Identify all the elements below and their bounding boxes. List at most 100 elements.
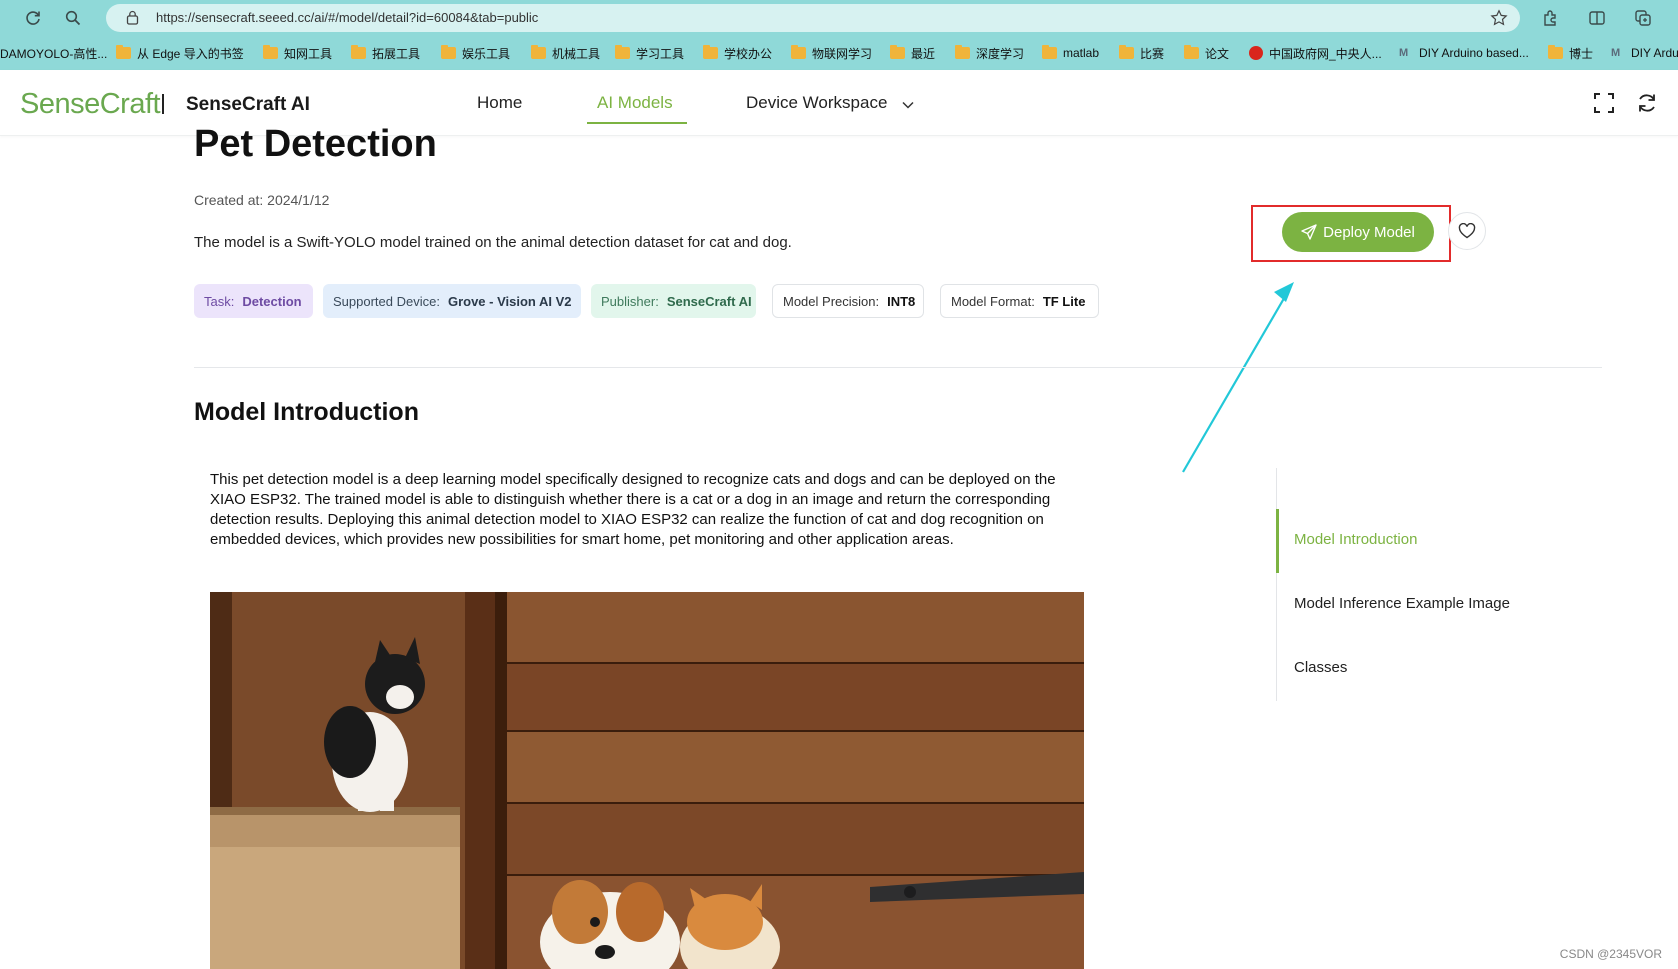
bookmark-label: 深度学习 [976,46,1025,61]
browser-toolbar: https://sensecraft.seeed.cc/ai/#/model/d… [0,0,1678,70]
url-text[interactable]: https://sensecraft.seeed.cc/ai/#/model/d… [156,10,538,25]
star-icon[interactable] [1490,9,1508,32]
extensions-icon[interactable] [1538,6,1562,30]
bookmark-zhiwang[interactable]: 知网工具 [263,44,332,62]
bookmark-label: 比赛 [1140,46,1165,61]
page-title: Pet Detection [194,123,437,165]
chevron-down-icon [902,94,914,114]
toc-active-indicator [1276,509,1279,573]
folder-icon [615,45,630,59]
bookmark-label: 从 Edge 导入的书签 [137,46,244,61]
folder-icon [791,45,806,59]
section-divider [194,367,1602,368]
fullscreen-icon[interactable] [1591,90,1617,116]
bookmark-label: 博士 [1569,46,1594,61]
tag-key: Model Format: [951,293,1035,309]
bookmark-label: 知网工具 [284,46,333,61]
gov-emblem-icon [1249,46,1263,60]
nav-active-underline [587,122,687,124]
heart-icon [1458,223,1476,239]
folder-icon [703,45,718,59]
bookmark-iot[interactable]: 物联网学习 [791,44,872,62]
bookmark-extensions[interactable]: 拓展工具 [351,44,420,62]
bookmark-diy-arduino[interactable]: M DIY Arduino based... [1399,44,1529,62]
lock-icon[interactable] [126,10,139,30]
bookmark-label: 最近 [911,46,936,61]
folder-icon [1548,45,1563,59]
address-bar[interactable]: https://sensecraft.seeed.cc/ai/#/model/d… [106,4,1520,32]
reload-icon[interactable] [21,6,45,30]
bookmark-competition[interactable]: 比赛 [1119,44,1164,62]
folder-icon [441,45,456,59]
bookmark-edge-import[interactable]: 从 Edge 导入的书签 [116,44,244,62]
folder-icon [1184,45,1199,59]
send-icon [1301,224,1317,240]
bookmark-gov[interactable]: 中国政府网_中央人... [1249,44,1382,62]
bookmark-label: DAMOYOLO-高性... [0,46,108,61]
bookmark-entertainment[interactable]: 娱乐工具 [441,44,510,62]
bookmark-deep-learning[interactable]: 深度学习 [955,44,1024,62]
tag-value: Detection [242,293,302,309]
nav-ai-models[interactable]: AI Models [597,93,673,113]
bookmark-label: 拓展工具 [372,46,421,61]
bookmark-phd[interactable]: 博士 [1548,44,1593,62]
bookmark-label: 论文 [1205,46,1230,61]
brand-name: SenseCraft AI [186,94,310,115]
toc-item-model-inference-example-image[interactable]: Model Inference Example Image [1294,595,1510,612]
bookmark-damoyolo[interactable]: DAMOYOLO-高性... [0,44,107,62]
tag-model-precision: Model Precision: INT8 [772,284,924,318]
bookmark-label: matlab [1063,46,1100,60]
bookmark-papers[interactable]: 论文 [1184,44,1229,62]
tag-value: SenseCraft AI [666,293,752,309]
bookmark-label: 物联网学习 [812,46,873,61]
annotation-arrow [1182,282,1294,473]
bookmark-mechanical[interactable]: 机械工具 [531,44,600,62]
bookmark-label: 机械工具 [552,46,601,61]
model-description: The model is a Swift-YOLO model trained … [194,234,792,251]
tag-key: Supported Device: [333,293,440,309]
tag-value: Grove - Vision AI V2 [447,293,572,309]
m-logo-icon: M [1611,47,1621,59]
folder-icon [955,45,970,59]
deploy-model-button[interactable]: Deploy Model [1282,212,1434,252]
section-title-model-introduction: Model Introduction [194,398,419,426]
tag-value: TF Lite [1042,293,1086,309]
folder-icon [531,45,546,59]
toc-track [1276,468,1277,701]
folder-icon [116,45,131,59]
folder-icon [1119,45,1134,59]
bookmarks-bar: DAMOYOLO-高性... 从 Edge 导入的书签 知网工具 拓展工具 娱乐… [0,40,1678,64]
toc-item-model-introduction[interactable]: Model Introduction [1294,531,1417,548]
folder-icon [890,45,905,59]
bookmark-recent[interactable]: 最近 [890,44,935,62]
tag-key: Publisher: [601,293,659,309]
nav-home[interactable]: Home [477,93,522,113]
bookmark-label: DIY Ardu [1631,46,1678,60]
sensecraft-logo[interactable]: SenseCraft [20,88,161,121]
tag-key: Task: [204,293,235,309]
bookmark-label: 中国政府网_中央人... [1269,46,1382,61]
tag-key: Model Precision: [783,293,880,309]
bookmark-diy-ardu[interactable]: M DIY Ardu [1611,44,1678,62]
bookmark-label: DIY Arduino based... [1419,46,1529,60]
bookmark-label: 娱乐工具 [462,46,511,61]
pet-example-image [210,592,1084,969]
collections-icon[interactable] [1631,6,1655,30]
folder-icon [1042,45,1057,59]
tag-model-format: Model Format: TF Lite [940,284,1099,318]
split-screen-icon[interactable] [1585,6,1609,30]
favorite-button[interactable] [1448,212,1486,250]
bookmark-school-office[interactable]: 学校办公 [703,44,772,62]
watermark: CSDN @2345VOR [1559,947,1662,961]
nav-device-workspace[interactable]: Device Workspace [746,93,914,114]
toc-item-classes[interactable]: Classes [1294,659,1347,676]
bookmark-label: 学校办公 [724,46,773,61]
m-logo-icon: M [1399,47,1409,59]
tag-supported-device: Supported Device: Grove - Vision AI V2 [323,284,581,318]
search-icon[interactable] [61,6,85,30]
tag-value: INT8 [887,293,916,309]
refresh-icon[interactable] [1634,90,1660,116]
model-introduction-text: This pet detection model is a deep learn… [210,471,1056,548]
bookmark-study-tools[interactable]: 学习工具 [615,44,684,62]
bookmark-matlab[interactable]: matlab [1042,44,1099,62]
